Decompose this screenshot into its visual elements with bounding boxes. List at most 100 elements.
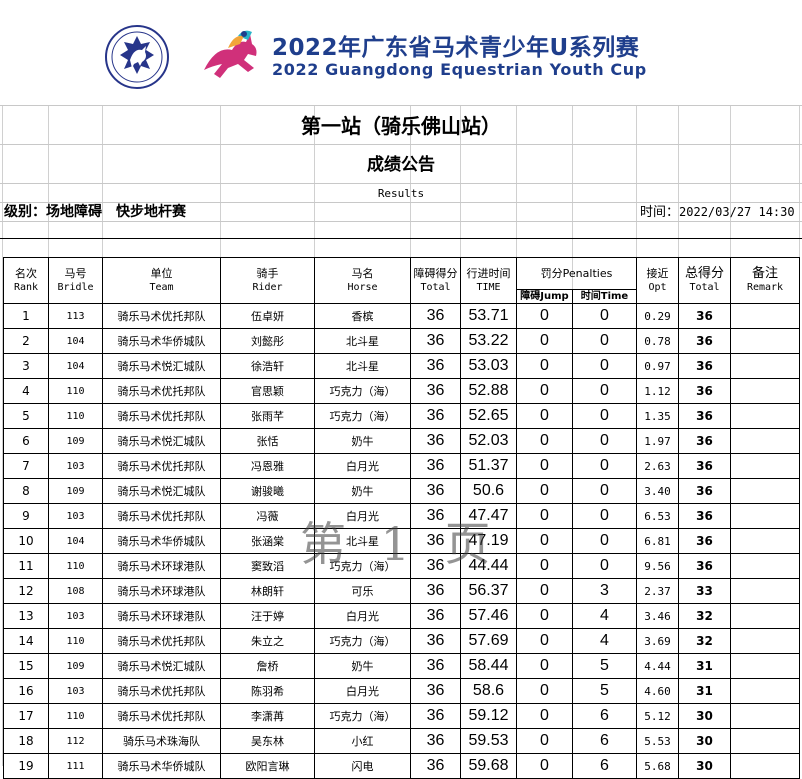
- obstacle-score-cell: 36: [410, 703, 461, 729]
- bridle-cell: 110: [48, 628, 103, 654]
- rider-cell: 詹桥: [220, 653, 315, 679]
- remark-cell: [730, 753, 800, 779]
- jump-penalty-cell: 0: [516, 753, 573, 779]
- jump-penalty-cell: 0: [516, 428, 573, 454]
- time-cell: 59.12: [460, 703, 517, 729]
- rank-cell: 8: [3, 478, 49, 504]
- rank-cell: 11: [3, 553, 49, 579]
- time-penalty-cell: 0: [572, 353, 637, 379]
- notice-title: 成绩公告: [367, 155, 435, 175]
- time-penalty-cell: 3: [572, 578, 637, 604]
- jump-penalty-cell: 0: [516, 603, 573, 629]
- remark-cell: [730, 603, 800, 629]
- rank-cell: 19: [3, 753, 49, 779]
- rank-cell: 17: [3, 703, 49, 729]
- rider-cell: 徐浩轩: [220, 353, 315, 379]
- rank-cell: 12: [3, 578, 49, 604]
- rank-cell: 14: [3, 628, 49, 654]
- opt-cell: 6.81: [636, 528, 679, 554]
- col-opt: 接近 Opt: [636, 257, 679, 304]
- time-cell: 52.88: [460, 378, 517, 404]
- col-remark: 备注 Remark: [730, 257, 800, 304]
- bridle-cell: 110: [48, 703, 103, 729]
- total-cell: 32: [678, 628, 731, 654]
- remark-cell: [730, 378, 800, 404]
- time-penalty-cell: 4: [572, 603, 637, 629]
- horse-cell: 香槟: [314, 303, 411, 329]
- horse-cell: 巧克力（海）: [314, 403, 411, 429]
- horse-cell: 北斗星: [314, 528, 411, 554]
- rider-cell: 朱立之: [220, 628, 315, 654]
- total-cell: 31: [678, 653, 731, 679]
- opt-cell: 5.53: [636, 728, 679, 754]
- team-cell: 骑乐马术优托邦队: [102, 453, 221, 479]
- results-sheet: 2022年广东省马术青少年U系列赛 2022 Guangdong Equestr…: [0, 0, 802, 779]
- remark-cell: [730, 528, 800, 554]
- rider-cell: 官思颖: [220, 378, 315, 404]
- table-row: 9 103 骑乐马术优托邦队 冯薇 白月光 36 47.47 0 0 6.53 36: [3, 503, 800, 529]
- time-penalty-cell: 4: [572, 628, 637, 654]
- rider-cell: 林朗轩: [220, 578, 315, 604]
- table-row: 1 113 骑乐马术优托邦队 伍卓妍 香槟 36 53.71 0 0 0.29 36: [3, 303, 800, 329]
- rank-cell: 3: [3, 353, 49, 379]
- jump-penalty-cell: 0: [516, 478, 573, 504]
- time-penalty-cell: 5: [572, 678, 637, 704]
- team-cell: 骑乐马术悦汇城队: [102, 353, 221, 379]
- time-penalty-cell: 6: [572, 703, 637, 729]
- team-cell: 骑乐马术优托邦队: [102, 303, 221, 329]
- opt-cell: 4.60: [636, 678, 679, 704]
- col-penalty-jump: 障碍Jump: [516, 289, 573, 304]
- bridle-cell: 103: [48, 678, 103, 704]
- rider-cell: 窦致滔: [220, 553, 315, 579]
- remark-cell: [730, 628, 800, 654]
- team-cell: 骑乐马术优托邦队: [102, 503, 221, 529]
- horse-cell: 北斗星: [314, 328, 411, 354]
- bridle-cell: 108: [48, 578, 103, 604]
- time-penalty-cell: 5: [572, 653, 637, 679]
- remark-cell: [730, 553, 800, 579]
- time-penalty-cell: 0: [572, 378, 637, 404]
- results-table-body: 1 113 骑乐马术优托邦队 伍卓妍 香槟 36 53.71 0 0 0.29 36 2 104 骑乐马术…: [3, 303, 800, 779]
- rider-cell: 陈羽希: [220, 678, 315, 704]
- time-penalty-cell: 0: [572, 553, 637, 579]
- horse-cell: 巧克力（海）: [314, 553, 411, 579]
- time-cell: 51.37: [460, 453, 517, 479]
- col-penalties: 罚分Penalties: [516, 257, 637, 290]
- jump-penalty-cell: 0: [516, 678, 573, 704]
- obstacle-score-cell: 36: [410, 553, 461, 579]
- bridle-cell: 104: [48, 328, 103, 354]
- rank-cell: 6: [3, 428, 49, 454]
- opt-cell: 1.35: [636, 403, 679, 429]
- rank-cell: 10: [3, 528, 49, 554]
- remark-cell: [730, 478, 800, 504]
- bridle-cell: 110: [48, 553, 103, 579]
- bridle-cell: 111: [48, 753, 103, 779]
- horse-cell: 闪电: [314, 753, 411, 779]
- col-rank: 名次 Rank: [3, 257, 49, 304]
- opt-cell: 5.68: [636, 753, 679, 779]
- jump-penalty-cell: 0: [516, 653, 573, 679]
- event-banner: 2022年广东省马术青少年U系列赛 2022 Guangdong Equestr…: [0, 0, 802, 105]
- total-cell: 36: [678, 553, 731, 579]
- time-cell: 56.37: [460, 578, 517, 604]
- col-penalty-time: 时间Time: [572, 289, 637, 304]
- obstacle-score-cell: 36: [410, 328, 461, 354]
- col-rider: 骑手 Rider: [220, 257, 315, 304]
- rider-cell: 汪于婷: [220, 603, 315, 629]
- time-cell: 47.47: [460, 503, 517, 529]
- time-cell: 44.44: [460, 553, 517, 579]
- col-team: 单位 Team: [102, 257, 221, 304]
- table-row: 5 110 骑乐马术优托邦队 张雨芊 巧克力（海） 36 52.65 0 0 1.35 36: [3, 403, 800, 429]
- competition-category: 级别：场地障碍 快步地杆赛: [4, 204, 186, 220]
- horse-cell: 小红: [314, 728, 411, 754]
- team-cell: 骑乐马术环球港队: [102, 603, 221, 629]
- rider-cell: 张恬: [220, 428, 315, 454]
- total-cell: 36: [678, 453, 731, 479]
- time-penalty-cell: 0: [572, 328, 637, 354]
- stage-title: 第一站（骑乐佛山站）: [301, 114, 501, 138]
- total-cell: 36: [678, 353, 731, 379]
- time-label: 时间：: [640, 205, 680, 220]
- total-cell: 33: [678, 578, 731, 604]
- col-time: 行进时间 TIME: [460, 257, 517, 304]
- opt-cell: 9.56: [636, 553, 679, 579]
